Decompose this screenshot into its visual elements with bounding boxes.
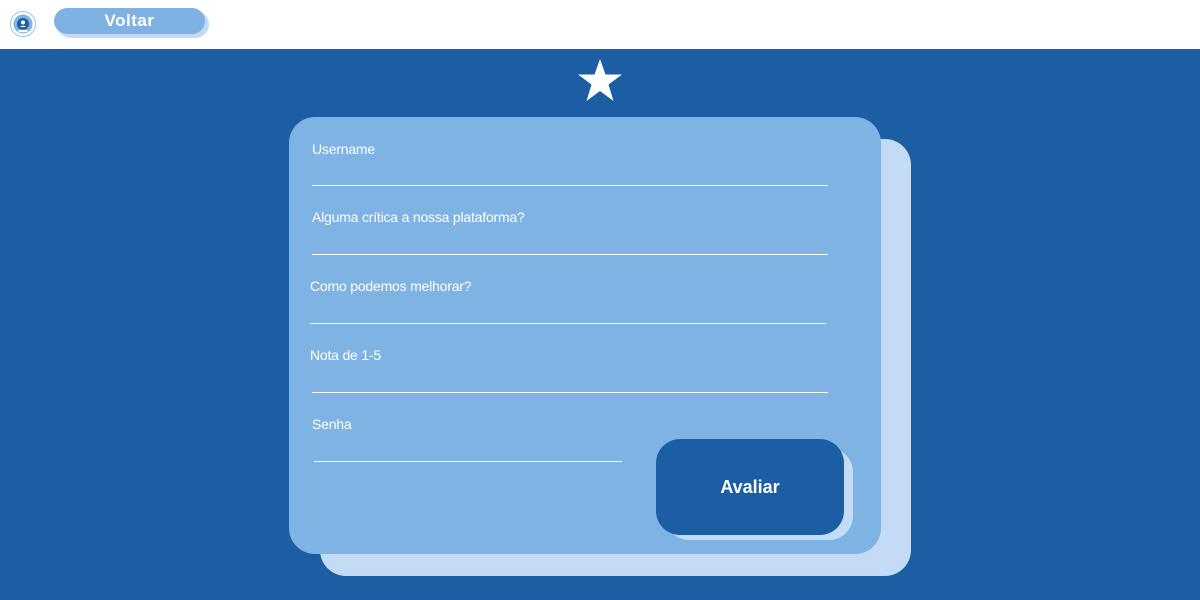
criticism-label: Alguma crítica a nossa plataforma? — [312, 209, 525, 225]
improvement-input[interactable] — [310, 323, 826, 324]
rating-input[interactable] — [312, 392, 828, 393]
password-label: Senha — [312, 416, 352, 432]
criticism-input[interactable] — [312, 254, 828, 255]
rating-label: Nota de 1-5 — [310, 347, 381, 363]
back-button[interactable]: Voltar — [54, 8, 205, 34]
password-input[interactable] — [314, 461, 622, 462]
star-icon — [578, 59, 622, 101]
username-input[interactable] — [312, 185, 828, 186]
username-label: Username — [312, 141, 375, 157]
globe-logo-icon[interactable] — [10, 11, 36, 37]
back-button-wrapper: Voltar — [54, 8, 209, 38]
submit-button[interactable]: Avaliar — [656, 439, 844, 535]
top-bar: Voltar — [0, 0, 1200, 49]
improvement-label: Como podemos melhorar? — [310, 278, 472, 294]
